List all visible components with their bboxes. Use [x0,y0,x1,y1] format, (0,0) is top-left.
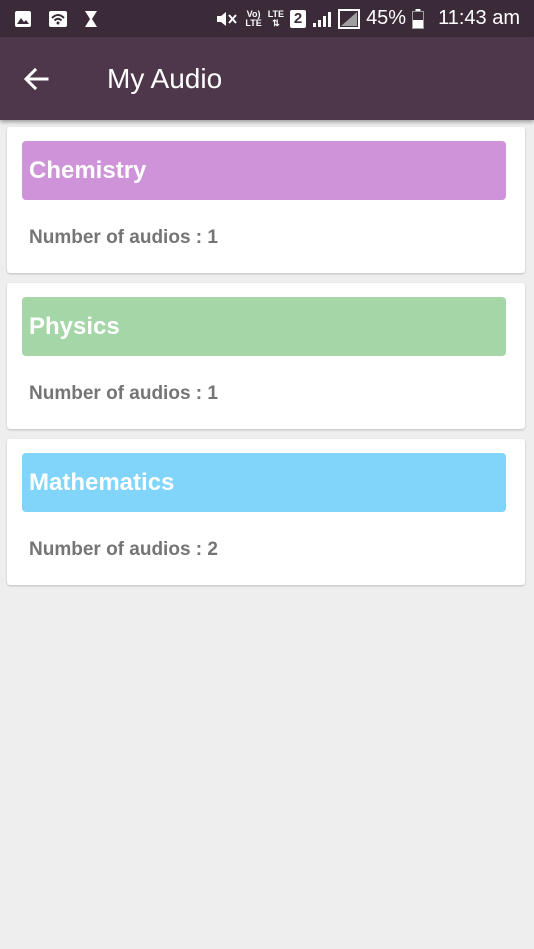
subject-name: Chemistry [29,156,147,184]
gallery-icon [14,10,32,28]
subject-header: Chemistry [22,141,506,200]
hourglass-icon [84,10,98,28]
sim-icon: 2 [290,9,307,28]
audio-count: Number of audios : 1 [29,227,218,248]
subject-card-physics[interactable]: Physics Number of audios : 1 [7,283,525,429]
subject-header: Physics [22,297,506,356]
subject-list: Chemistry Number of audios : 1 Physics N… [7,127,525,595]
subject-card-mathematics[interactable]: Mathematics Number of audios : 2 [7,439,525,585]
app-bar: My Audio [0,37,534,120]
wifi-icon [48,10,68,28]
status-bar: Vo) LTE LTE ⇅ 2 45% 11:43 am [0,0,534,37]
audio-count: Number of audios : 2 [29,539,218,560]
battery-percent: 45% [366,7,407,29]
clock-time: 11:43 am [438,7,520,29]
back-button[interactable] [18,61,54,97]
mute-icon [215,10,239,28]
arrow-left-icon [23,67,49,91]
audio-count: Number of audios : 1 [29,383,218,404]
subject-name: Mathematics [29,468,175,496]
volte-bottom-text: LTE [245,17,262,28]
lte-bottom-text: ⇅ [272,17,280,28]
signal-empty-icon [338,8,361,29]
page-title: My Audio [107,62,223,94]
subject-card-chemistry[interactable]: Chemistry Number of audios : 1 [7,127,525,273]
lte-icon: LTE ⇅ [268,9,284,28]
subject-name: Physics [29,312,120,340]
battery-icon [412,8,425,29]
volte-icon: Vo) LTE [245,9,262,28]
subject-header: Mathematics [22,453,506,512]
signal-icon [312,10,332,28]
